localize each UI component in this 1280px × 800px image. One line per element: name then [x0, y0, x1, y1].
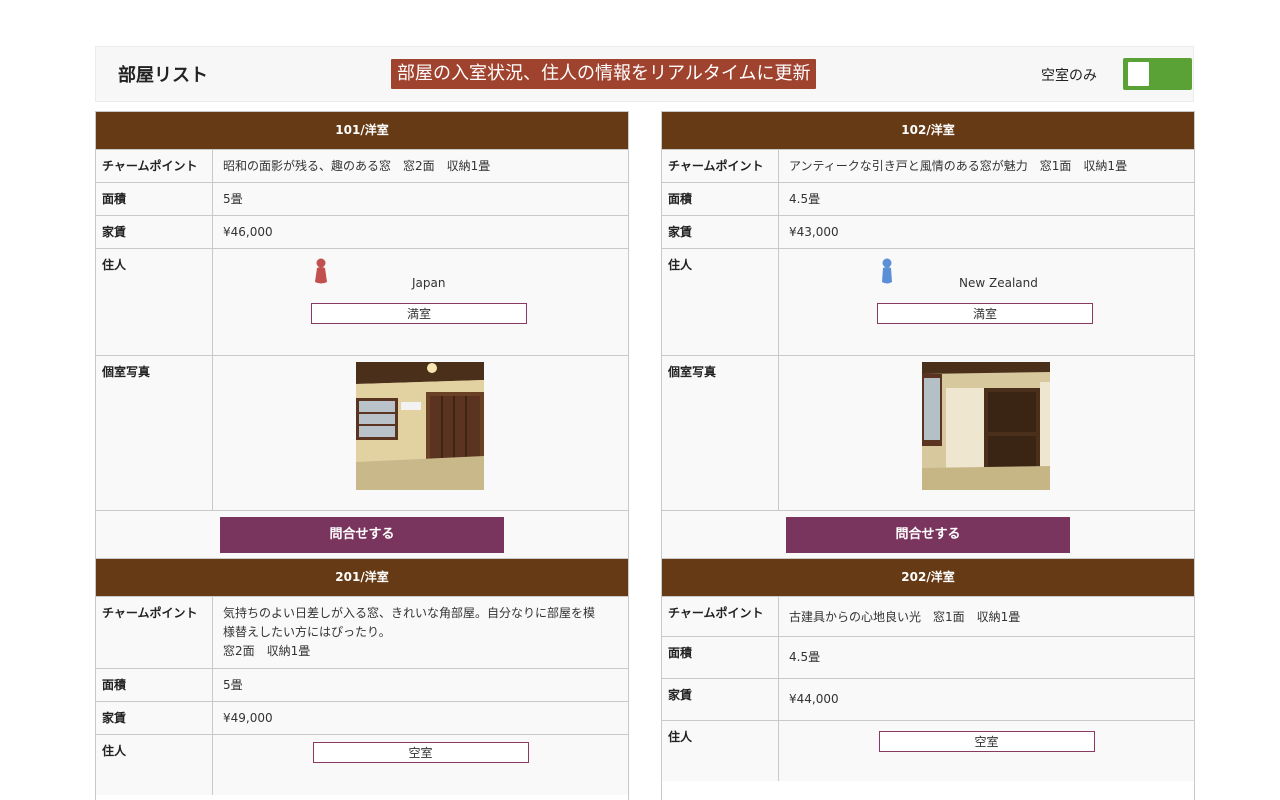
occupancy-status: 空室: [312, 742, 529, 763]
room-card-101: 101/洋室 チャームポイント 昭和の面影が残る、趣のある窓 窓2面 収納1畳 …: [95, 111, 629, 562]
contact-button[interactable]: 問合せする: [786, 517, 1070, 553]
room-title: 102/洋室: [662, 112, 1194, 149]
contact-button[interactable]: 問合せする: [220, 517, 504, 553]
charm-row: チャームポイント アンティークな引き戸と風情のある窓が魅力 窓1面 収納1畳: [662, 149, 1194, 182]
resident-row: 住人 空室: [662, 720, 1194, 781]
room-title: 101/洋室: [96, 112, 628, 149]
charm-value: 昭和の面影が残る、趣のある窓 窓2面 収納1畳: [213, 150, 628, 182]
charm-label: チャームポイント: [96, 150, 213, 182]
cta-row: 問合せする: [96, 510, 628, 561]
rent-row: 家賃 ¥49,000: [96, 701, 628, 734]
room-card-202: 202/洋室 チャームポイント 古建具からの心地良い光 窓1面 収納1畳 面積 …: [661, 558, 1195, 800]
photo-row: 個室写真: [96, 355, 628, 510]
resident-label: 住人: [96, 249, 213, 355]
photo-row: 個室写真: [662, 355, 1194, 510]
resident-value: 空室: [213, 735, 628, 795]
realtime-banner: 部屋の入室状況、住人の情報をリアルタイムに更新: [391, 59, 817, 89]
area-label: 面積: [96, 669, 213, 701]
charm-row: チャームポイント 気持ちのよい日差しが入る窓、きれいな角部屋。自分なりに部屋を模…: [96, 596, 628, 668]
vacant-only-toggle[interactable]: [1123, 58, 1192, 90]
female-resident-icon: [315, 258, 327, 284]
room-photo: [356, 362, 484, 490]
area-value: 4.5畳: [779, 637, 1194, 678]
charm-value: 古建具からの心地良い光 窓1面 収納1畳: [779, 597, 1194, 636]
photo-value: [779, 356, 1194, 510]
resident-label: 住人: [662, 721, 779, 781]
resident-value: 空室: [779, 721, 1194, 781]
occupancy-status: 満室: [877, 303, 1093, 324]
room-card-201: 201/洋室 チャームポイント 気持ちのよい日差しが入る窓、きれいな角部屋。自分…: [95, 558, 629, 800]
area-label: 面積: [96, 183, 213, 215]
resident-country: Japan: [412, 276, 446, 290]
area-label: 面積: [662, 183, 779, 215]
rent-label: 家賃: [96, 216, 213, 248]
charm-value: アンティークな引き戸と風情のある窓が魅力 窓1面 収納1畳: [779, 150, 1194, 182]
rent-value: ¥44,000: [779, 679, 1194, 720]
room-title: 201/洋室: [96, 559, 628, 596]
area-value: 5畳: [213, 183, 628, 215]
area-label: 面積: [662, 637, 779, 678]
charm-row: チャームポイント 昭和の面影が残る、趣のある窓 窓2面 収納1畳: [96, 149, 628, 182]
room-photo: [922, 362, 1050, 490]
resident-value: Japan 満室: [213, 249, 628, 355]
photo-label: 個室写真: [96, 356, 213, 510]
rent-label: 家賃: [662, 216, 779, 248]
rent-row: 家賃 ¥44,000: [662, 678, 1194, 720]
occupancy-status: 満室: [311, 303, 527, 324]
area-row: 面積 5畳: [96, 182, 628, 215]
rent-row: 家賃 ¥43,000: [662, 215, 1194, 248]
resident-label: 住人: [96, 735, 213, 795]
resident-value: New Zealand 満室: [779, 249, 1194, 355]
vacant-only-label: 空室のみ: [1041, 68, 1097, 84]
resident-row: 住人 New Zealand 満室: [662, 248, 1194, 355]
charm-label: チャームポイント: [96, 597, 213, 668]
occupancy-status: 空室: [878, 731, 1095, 752]
rent-value: ¥49,000: [213, 702, 628, 734]
charm-line-3: 窓2面 収納1畳: [223, 644, 311, 658]
charm-label: チャームポイント: [662, 597, 779, 636]
charm-row: チャームポイント 古建具からの心地良い光 窓1面 収納1畳: [662, 596, 1194, 636]
cta-row: 問合せする: [662, 510, 1194, 561]
toggle-knob[interactable]: [1128, 62, 1149, 86]
resident-country: New Zealand: [959, 276, 1038, 290]
rent-value: ¥43,000: [779, 216, 1194, 248]
photo-value: [213, 356, 628, 510]
area-row: 面積 5畳: [96, 668, 628, 701]
rent-label: 家賃: [96, 702, 213, 734]
area-row: 面積 4.5畳: [662, 182, 1194, 215]
charm-line-1: 気持ちのよい日差しが入る窓、きれいな角部屋。自分なりに部屋を模: [223, 606, 596, 620]
room-title: 202/洋室: [662, 559, 1194, 596]
top-bar: 部屋リスト 部屋の入室状況、住人の情報をリアルタイムに更新 空室のみ: [95, 46, 1194, 102]
area-row: 面積 4.5畳: [662, 636, 1194, 678]
rent-label: 家賃: [662, 679, 779, 720]
male-resident-icon: [882, 258, 892, 284]
photo-label: 個室写真: [662, 356, 779, 510]
rent-value: ¥46,000: [213, 216, 628, 248]
resident-label: 住人: [662, 249, 779, 355]
area-value: 5畳: [213, 669, 628, 701]
charm-value: 気持ちのよい日差しが入る窓、きれいな角部屋。自分なりに部屋を模 様替えしたい方に…: [213, 597, 628, 668]
page-title: 部屋リスト: [118, 65, 208, 86]
room-card-102: 102/洋室 チャームポイント アンティークな引き戸と風情のある窓が魅力 窓1面…: [661, 111, 1195, 562]
charm-label: チャームポイント: [662, 150, 779, 182]
area-value: 4.5畳: [779, 183, 1194, 215]
resident-row: 住人 Japan 満室: [96, 248, 628, 355]
charm-line-2: 様替えしたい方にはぴったり。: [223, 625, 391, 639]
rent-row: 家賃 ¥46,000: [96, 215, 628, 248]
resident-row: 住人 空室: [96, 734, 628, 795]
